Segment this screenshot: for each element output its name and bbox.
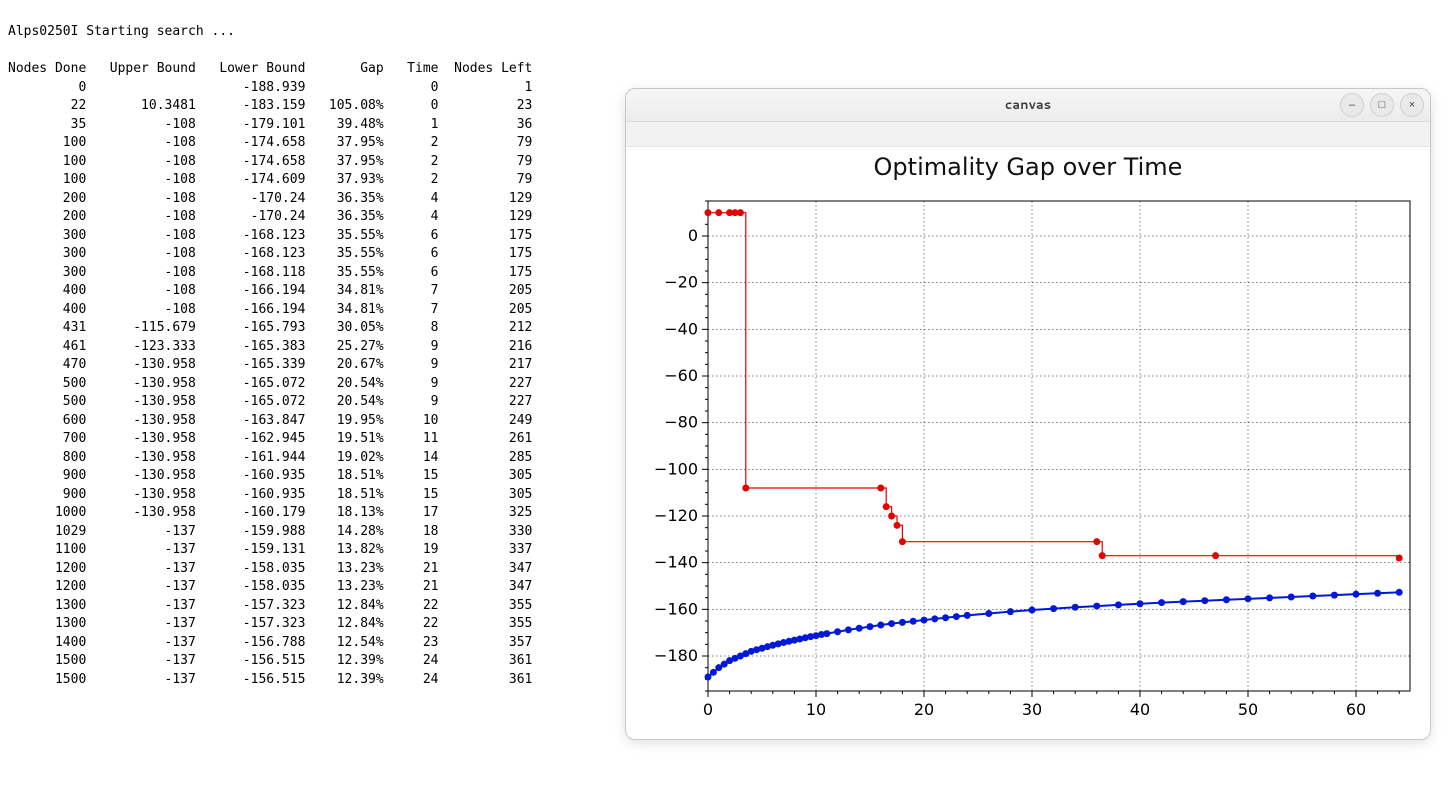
terminal-output: Alps0250I Starting search ... Nodes Done…: [8, 23, 532, 689]
svg-text:0: 0: [688, 226, 698, 245]
svg-text:−20: −20: [664, 273, 698, 292]
svg-text:−40: −40: [664, 319, 698, 338]
svg-text:60: 60: [1346, 700, 1366, 719]
svg-text:10: 10: [806, 700, 826, 719]
svg-text:−180: −180: [654, 646, 698, 665]
window-close-icon[interactable]: ×: [1400, 93, 1424, 117]
svg-text:−160: −160: [654, 599, 698, 618]
svg-text:−100: −100: [654, 459, 698, 478]
plot-area: Optimality Gap over Time 01020304050600−…: [626, 147, 1430, 739]
svg-text:50: 50: [1238, 700, 1258, 719]
svg-text:20: 20: [914, 700, 934, 719]
canvas-window: canvas – □ × Optimality Gap over Time 01…: [625, 88, 1431, 740]
svg-text:40: 40: [1130, 700, 1150, 719]
window-titlebar[interactable]: canvas – □ ×: [626, 89, 1430, 122]
svg-text:−140: −140: [654, 553, 698, 572]
svg-text:30: 30: [1022, 700, 1042, 719]
chart-svg: 0 10 20 30 40 50 60 0 −20 −40 −60 −80 −100 −120 −140 −1…: [626, 147, 1430, 739]
window-minimize-icon[interactable]: –: [1340, 93, 1364, 117]
svg-text:−80: −80: [664, 413, 698, 432]
svg-text:0: 0: [703, 700, 713, 719]
window-title: canvas: [626, 96, 1430, 114]
svg-text:−120: −120: [654, 506, 698, 525]
svg-text:−60: −60: [664, 366, 698, 385]
window-toolbar: [626, 122, 1430, 147]
window-maximize-icon[interactable]: □: [1370, 93, 1394, 117]
